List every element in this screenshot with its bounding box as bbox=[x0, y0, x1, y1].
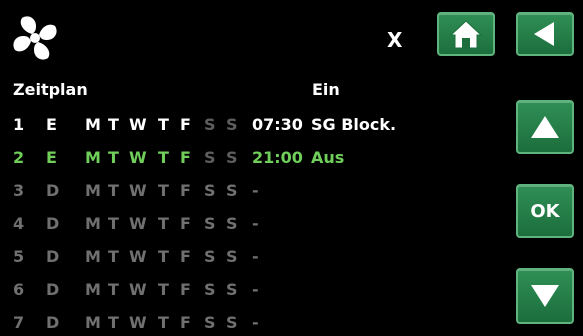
day-4: F bbox=[180, 115, 191, 134]
row-number: 4 bbox=[13, 214, 25, 233]
day-1: T bbox=[108, 115, 119, 134]
day-3: T bbox=[158, 115, 169, 134]
day-0: M bbox=[85, 115, 101, 134]
day-6: S bbox=[226, 214, 238, 233]
day-3: T bbox=[158, 313, 169, 332]
day-4: F bbox=[180, 280, 191, 299]
day-0: M bbox=[85, 181, 101, 200]
day-1: T bbox=[108, 214, 119, 233]
row-number: 2 bbox=[13, 148, 25, 167]
day-2: W bbox=[129, 148, 147, 167]
schedule-row[interactable]: 6DMTWTFSS- bbox=[0, 280, 505, 300]
back-button[interactable] bbox=[516, 12, 574, 56]
row-number: 1 bbox=[13, 115, 25, 134]
schedule-row[interactable]: 5DMTWTFSS- bbox=[0, 247, 505, 267]
row-number: 6 bbox=[13, 280, 25, 299]
row-mode: D bbox=[46, 280, 60, 299]
day-0: M bbox=[85, 247, 101, 266]
day-5: S bbox=[204, 115, 216, 134]
day-2: W bbox=[129, 181, 147, 200]
day-2: W bbox=[129, 247, 147, 266]
row-time: - bbox=[252, 280, 259, 299]
day-6: S bbox=[226, 280, 238, 299]
home-icon bbox=[449, 20, 483, 49]
close-button[interactable]: X bbox=[387, 30, 402, 50]
day-4: F bbox=[180, 313, 191, 332]
row-mode: E bbox=[46, 148, 57, 167]
day-4: F bbox=[180, 148, 191, 167]
day-2: W bbox=[129, 214, 147, 233]
day-0: M bbox=[85, 148, 101, 167]
day-6: S bbox=[226, 313, 238, 332]
schedule-row[interactable]: 3DMTWTFSS- bbox=[0, 181, 505, 201]
day-5: S bbox=[204, 280, 216, 299]
row-number: 7 bbox=[13, 313, 25, 332]
day-0: M bbox=[85, 313, 101, 332]
day-4: F bbox=[180, 214, 191, 233]
day-6: S bbox=[226, 181, 238, 200]
up-arrow-icon bbox=[531, 116, 559, 138]
row-time: - bbox=[252, 214, 259, 233]
day-6: S bbox=[226, 115, 238, 134]
down-button[interactable] bbox=[516, 268, 574, 324]
day-6: S bbox=[226, 247, 238, 266]
day-2: W bbox=[129, 115, 147, 134]
day-3: T bbox=[158, 214, 169, 233]
row-time: 07:30 bbox=[252, 115, 303, 134]
day-2: W bbox=[129, 280, 147, 299]
schedule-row[interactable]: 7DMTWTFSS- bbox=[0, 313, 505, 333]
schedule-row[interactable]: 2 E M T W T F S S 21:00 Aus bbox=[0, 148, 505, 168]
row-time: 21:00 bbox=[252, 148, 303, 167]
down-arrow-icon bbox=[531, 285, 559, 307]
schedule-header: Zeitplan bbox=[13, 80, 88, 99]
day-3: T bbox=[158, 181, 169, 200]
row-mode: D bbox=[46, 181, 60, 200]
on-header: Ein bbox=[312, 80, 340, 99]
schedule-row[interactable]: 1 E M T W T F S S 07:30 SG Block. bbox=[0, 115, 505, 135]
day-5: S bbox=[204, 181, 216, 200]
row-number: 5 bbox=[13, 247, 25, 266]
day-4: F bbox=[180, 247, 191, 266]
row-number: 3 bbox=[13, 181, 25, 200]
day-3: T bbox=[158, 247, 169, 266]
day-4: F bbox=[180, 181, 191, 200]
day-0: M bbox=[85, 214, 101, 233]
schedule-row[interactable]: 4DMTWTFSS- bbox=[0, 214, 505, 234]
day-3: T bbox=[158, 148, 169, 167]
row-mode: D bbox=[46, 313, 60, 332]
up-button[interactable] bbox=[516, 100, 574, 154]
ok-button[interactable]: OK bbox=[516, 184, 574, 238]
row-mode: D bbox=[46, 214, 60, 233]
home-button[interactable] bbox=[437, 12, 495, 56]
back-arrow-icon bbox=[534, 22, 554, 46]
row-action: Aus bbox=[311, 148, 345, 167]
row-time: - bbox=[252, 181, 259, 200]
day-1: T bbox=[108, 148, 119, 167]
fan-icon bbox=[13, 16, 57, 60]
day-5: S bbox=[204, 214, 216, 233]
row-time: - bbox=[252, 247, 259, 266]
day-6: S bbox=[226, 148, 238, 167]
row-mode: E bbox=[46, 115, 57, 134]
day-1: T bbox=[108, 313, 119, 332]
day-0: M bbox=[85, 280, 101, 299]
day-1: T bbox=[108, 247, 119, 266]
row-time: - bbox=[252, 313, 259, 332]
day-5: S bbox=[204, 247, 216, 266]
row-mode: D bbox=[46, 247, 60, 266]
day-5: S bbox=[204, 313, 216, 332]
row-action: SG Block. bbox=[311, 115, 397, 134]
day-1: T bbox=[108, 181, 119, 200]
day-2: W bbox=[129, 313, 147, 332]
day-1: T bbox=[108, 280, 119, 299]
day-3: T bbox=[158, 280, 169, 299]
day-5: S bbox=[204, 148, 216, 167]
